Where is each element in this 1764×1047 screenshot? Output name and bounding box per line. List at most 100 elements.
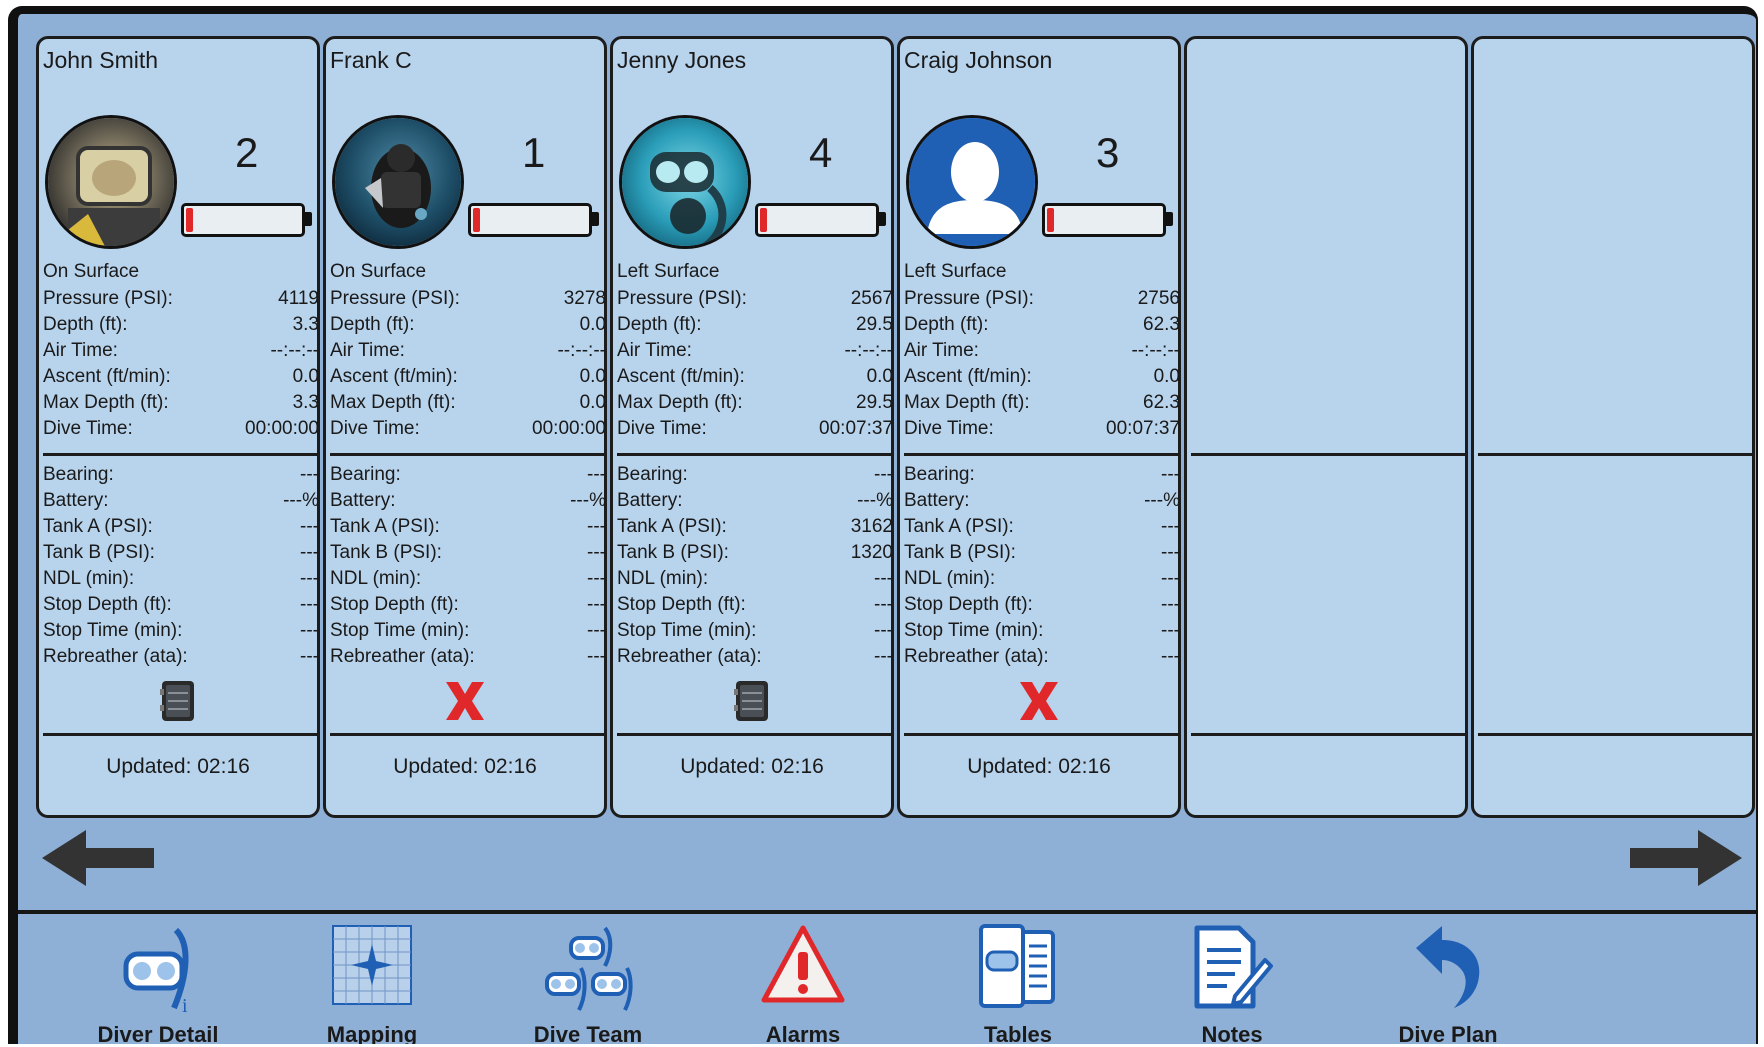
stat-tank-b: Tank B (PSI): 1320 <box>617 542 893 563</box>
diver-status: Left Surface <box>904 261 1007 282</box>
tab-label: Diver Detail <box>97 1022 219 1044</box>
secondary-stats: Bearing: --- Battery: ---% Tank A (PSI): --… <box>330 462 606 670</box>
tab-label: Mapping <box>326 1022 418 1044</box>
stat-dive-time: Dive Time: 00:07:37 <box>617 418 893 439</box>
stat-depth: Depth (ft): 29.5 <box>617 314 893 335</box>
stat-tank-a: Tank A (PSI): --- <box>904 516 1180 537</box>
stat-ndl: NDL (min): --- <box>617 568 893 589</box>
svg-text:i: i <box>182 995 188 1016</box>
no-connection-x-icon <box>900 675 1178 727</box>
tab-label: Notes <box>1201 1022 1263 1044</box>
divider <box>617 733 891 736</box>
empty-diver-slot[interactable] <box>1471 36 1755 818</box>
compass-grid-icon <box>331 924 413 1011</box>
diver-number: 3 <box>1096 129 1120 176</box>
stat-stop-depth: Stop Depth (ft): --- <box>904 594 1180 615</box>
empty-diver-slot[interactable] <box>1184 36 1468 818</box>
stat-rebreather: Rebreather (ata): --- <box>904 646 1180 667</box>
stat-depth: Depth (ft): 62.3 <box>904 314 1180 335</box>
diver-name: John Smith <box>43 47 159 73</box>
notes-pencil-icon <box>1191 924 1273 1015</box>
tab-notes[interactable]: Notes <box>1132 914 1332 1044</box>
tab-dive-team[interactable]: Dive Team <box>488 914 688 1044</box>
diver-avatar[interactable] <box>45 115 177 249</box>
dive-team-masks-icon <box>543 924 633 1021</box>
diver-card[interactable]: Jenny Jones 4 Left Surface Pressure (PSI… <box>610 36 894 818</box>
stat-battery: Battery: ---% <box>43 490 319 511</box>
stat-tank-a: Tank A (PSI): --- <box>330 516 606 537</box>
primary-stats: Pressure (PSI): 2756 Depth (ft): 62.3 Air … <box>904 286 1180 442</box>
warning-triangle-icon <box>760 924 846 1009</box>
stat-bearing: Bearing: --- <box>43 464 319 485</box>
divider <box>43 453 317 456</box>
secondary-stats: Bearing: --- Battery: ---% Tank A (PSI): --… <box>904 462 1180 670</box>
diver-number: 1 <box>522 129 546 176</box>
diver-avatar[interactable] <box>906 115 1038 249</box>
primary-stats: Pressure (PSI): 3278 Depth (ft): 0.0 Air T… <box>330 286 606 442</box>
stat-dive-time: Dive Time: 00:00:00 <box>330 418 606 439</box>
arrow-left-icon[interactable] <box>42 828 156 888</box>
app-frame: John Smith 2 On Surface Pressure (PSI): … <box>0 0 1764 1047</box>
diver-number: 2 <box>235 129 259 176</box>
stat-stop-time: Stop Time (min): --- <box>904 620 1180 641</box>
tab-diver-detail[interactable]: i Diver Detail <box>58 914 258 1044</box>
tab-dive-plan[interactable]: Dive Plan <box>1348 914 1548 1044</box>
primary-stats: Pressure (PSI): 2567 Depth (ft): 29.5 Air … <box>617 286 893 442</box>
transmitter-icon <box>613 675 891 727</box>
battery-indicator <box>755 203 886 239</box>
diver-name: Craig Johnson <box>904 47 1053 73</box>
tab-label: Dive Plan <box>1398 1022 1498 1044</box>
stat-tank-b: Tank B (PSI): --- <box>904 542 1180 563</box>
tab-mapping[interactable]: Mapping <box>272 914 472 1044</box>
stat-stop-depth: Stop Depth (ft): --- <box>330 594 606 615</box>
stat-bearing: Bearing: --- <box>330 464 606 485</box>
stat-tank-b: Tank B (PSI): --- <box>43 542 319 563</box>
transmitter-icon <box>39 675 317 727</box>
stat-ndl: NDL (min): --- <box>330 568 606 589</box>
tab-label: Dive Team <box>533 1022 643 1044</box>
stat-battery: Battery: ---% <box>904 490 1180 511</box>
divider <box>1191 453 1465 456</box>
stat-rebreather: Rebreather (ata): --- <box>43 646 319 667</box>
stat-pressure: Pressure (PSI): 2567 <box>617 288 893 309</box>
diver-card[interactable]: John Smith 2 On Surface Pressure (PSI): … <box>36 36 320 818</box>
stat-max-depth: Max Depth (ft): 62.3 <box>904 392 1180 413</box>
tab-alarms[interactable]: Alarms <box>703 914 903 1044</box>
stat-ndl: NDL (min): --- <box>904 568 1180 589</box>
divider <box>1478 453 1752 456</box>
stat-bearing: Bearing: --- <box>617 464 893 485</box>
primary-stats: Pressure (PSI): 4119 Depth (ft): 3.3 Air T… <box>43 286 319 442</box>
stat-ascent: Ascent (ft/min): 0.0 <box>904 366 1180 387</box>
divider <box>904 733 1178 736</box>
stat-max-depth: Max Depth (ft): 3.3 <box>43 392 319 413</box>
stat-air-time: Air Time: --:--:-- <box>43 340 319 361</box>
tab-label: Tables <box>983 1022 1053 1044</box>
diver-status: On Surface <box>330 261 427 282</box>
stat-tank-a: Tank A (PSI): 3162 <box>617 516 893 537</box>
stat-dive-time: Dive Time: 00:00:00 <box>43 418 319 439</box>
diver-card[interactable]: Frank C 1 On Surface Pressure (PSI): 327… <box>323 36 607 818</box>
stat-air-time: Air Time: --:--:-- <box>904 340 1180 361</box>
arrow-right-icon[interactable] <box>1628 828 1742 888</box>
tab-tables[interactable]: Tables <box>918 914 1118 1044</box>
diver-card[interactable]: Craig Johnson 3 Left Surface Pressure (P… <box>897 36 1181 818</box>
divider <box>330 733 604 736</box>
tab-label: Alarms <box>765 1022 841 1044</box>
dive-team-screen: John Smith 2 On Surface Pressure (PSI): … <box>8 6 1758 1044</box>
diver-avatar[interactable] <box>619 115 751 249</box>
stat-ndl: NDL (min): --- <box>43 568 319 589</box>
stat-rebreather: Rebreather (ata): --- <box>617 646 893 667</box>
updated-time: Updated: 02:16 <box>967 755 1111 778</box>
diver-avatar[interactable] <box>332 115 464 249</box>
updated-time: Updated: 02:16 <box>393 755 537 778</box>
stat-max-depth: Max Depth (ft): 29.5 <box>617 392 893 413</box>
stat-tank-b: Tank B (PSI): --- <box>330 542 606 563</box>
divider <box>904 453 1178 456</box>
divider <box>1191 733 1465 736</box>
diver-cards: John Smith 2 On Surface Pressure (PSI): … <box>36 36 1756 818</box>
secondary-stats: Bearing: --- Battery: ---% Tank A (PSI): --… <box>43 462 319 670</box>
battery-indicator <box>468 203 599 239</box>
stat-air-time: Air Time: --:--:-- <box>617 340 893 361</box>
stat-bearing: Bearing: --- <box>904 464 1180 485</box>
stat-stop-time: Stop Time (min): --- <box>617 620 893 641</box>
